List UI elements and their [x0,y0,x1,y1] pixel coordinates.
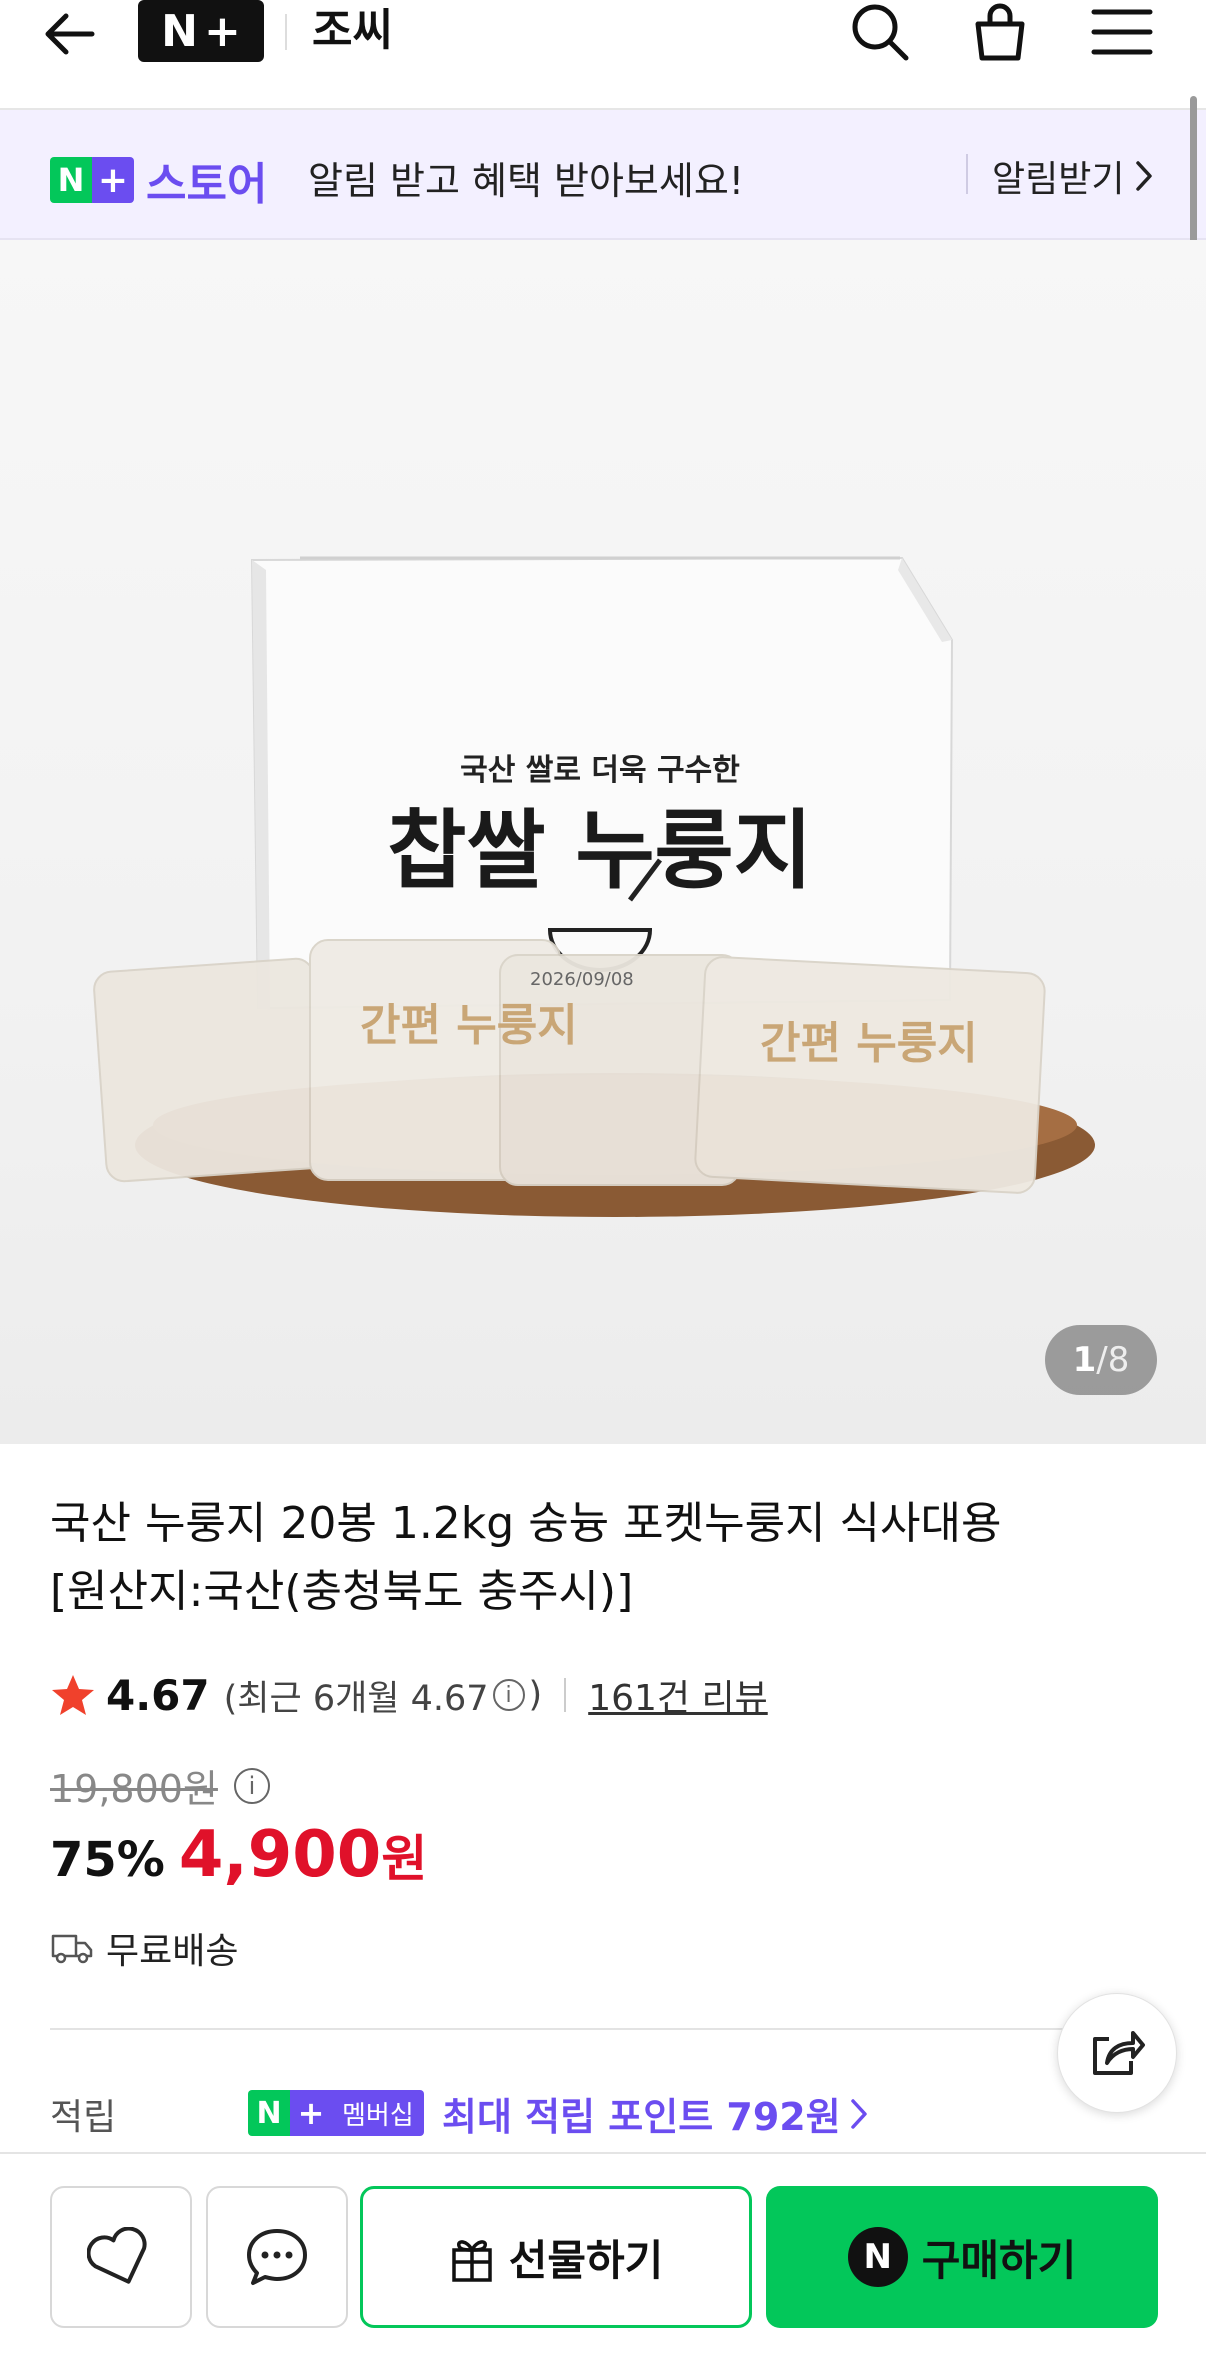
box-title: 찹쌀 누룽지 [387,801,813,901]
rating-value: 4.67 [106,1670,210,1720]
membership-badge-n: N [248,2090,290,2136]
price-row: 75% 4,900 원 [50,1818,427,1892]
nplus-logo-n: N [161,5,198,57]
nplus-plus-block: + [92,157,134,203]
naver-pay-n-icon: N [847,2227,908,2287]
menu-icon[interactable] [1090,0,1154,64]
top-header: N + 조씨 [0,0,1206,110]
image-counter-total: 8 [1107,1340,1130,1380]
section-divider [50,2028,1156,2030]
nplus-logo[interactable]: N + [138,0,264,62]
notify-button-label: 알림받기 [992,159,1125,200]
info-icon[interactable]: i [492,1679,525,1711]
recent-rating-text: (최근 6개월 4.67 [223,1678,489,1719]
star-icon [52,1675,94,1715]
buy-button[interactable]: N 구매하기 [766,2186,1158,2328]
gift-icon [451,2240,492,2282]
heart-icon [87,2227,147,2284]
points-label: 적립 [50,2097,117,2138]
discount-rate: 75% [50,1832,165,1888]
original-price: 19,800원 [50,1767,218,1811]
packet-date: 2026/09/08 [530,969,634,990]
product-title-line1: 국산 누룽지 20봉 1.2kg 숭늉 포켓누룽지 식사대용 [50,1498,1002,1549]
price-info-icon[interactable]: i [233,1767,270,1804]
shopping-bag-icon[interactable] [968,0,1032,64]
product-title: 국산 누룽지 20봉 1.2kg 숭늉 포켓누룽지 식사대용 [원산지:국산(충… [50,1490,1090,1626]
recent-rating-close: ) [528,1675,543,1715]
nplus-n-block: N [50,157,92,203]
packet-label: 간편 누룽지 [360,1000,578,1051]
membership-badge-plus: + [290,2090,332,2136]
buy-button-label: 구매하기 [921,2235,1077,2285]
chevron-right-icon [850,2098,867,2129]
max-points-text: 최대 적립 포인트 792원 [442,2095,841,2139]
shipping-row: 무료배송 [50,1922,238,1974]
nplus-logo-plus: + [203,5,241,57]
gift-button-label: 선물하기 [508,2235,664,2285]
nplus-store-logo: N + 스토어 [50,148,267,212]
product-image-carousel[interactable]: 국산 쌀로 더욱 구수한 찹쌀 누룽지 간편 누룽지 간편 누룽지 2026/0… [0,240,1206,1444]
membership-badge: N + 멤버십 [248,2090,424,2136]
bottom-action-bar: 선물하기 N 구매하기 [0,2152,1206,2360]
product-photo: 국산 쌀로 더욱 구수한 찹쌀 누룽지 간편 누룽지 간편 누룽지 2026/0… [93,556,1095,1217]
image-counter: 1 / 8 [1045,1325,1157,1395]
shipping-text: 무료배송 [106,1931,239,1972]
max-points[interactable]: 최대 적립 포인트 792원 [442,2086,869,2141]
chat-bubble-icon [247,2229,307,2285]
banner-text: 알림 받고 혜택 받아보세요! [308,159,745,203]
membership-badge-text: 멤버십 [332,2090,424,2136]
image-counter-sep: / [1096,1340,1108,1380]
rating-divider [564,1678,567,1712]
recent-rating: (최근 6개월 4.67 i ) [224,1670,543,1721]
chevron-right-icon [1136,161,1153,191]
notify-button[interactable]: 알림받기 [992,150,1154,202]
back-arrow-icon[interactable] [40,4,100,64]
box-subtitle: 국산 쌀로 더욱 구수한 [460,753,740,788]
gift-button[interactable]: 선물하기 [360,2186,752,2328]
price-unit: 원 [381,1830,428,1888]
notification-banner[interactable]: N + 스토어 알림 받고 혜택 받아보세요! 알림받기 [0,110,1206,240]
search-icon[interactable] [848,0,912,64]
header-divider [285,14,287,50]
banner-divider [966,154,968,194]
share-icon [1093,2031,1145,2075]
banner-store-label: 스토어 [146,159,268,210]
image-counter-current: 1 [1072,1340,1097,1380]
chat-button[interactable] [206,2186,348,2328]
truck-icon [51,1934,93,1964]
product-title-line2: [원산지:국산(충청북도 충주시)] [50,1566,634,1617]
points-row[interactable]: 적립 N + 멤버십 최대 적립 포인트 792원 [50,2082,1160,2142]
sale-price: 4,900 [178,1818,382,1892]
store-name[interactable]: 조씨 [312,0,393,62]
review-count-link[interactable]: 161건 리뷰 [588,1669,768,1721]
original-price-row: 19,800원 i [50,1758,274,1813]
packet-label-2: 간편 누룽지 [760,1018,978,1069]
rating-row: 4.67 (최근 6개월 4.67 i ) 161건 리뷰 [50,1668,768,1722]
wishlist-button[interactable] [50,2186,192,2328]
